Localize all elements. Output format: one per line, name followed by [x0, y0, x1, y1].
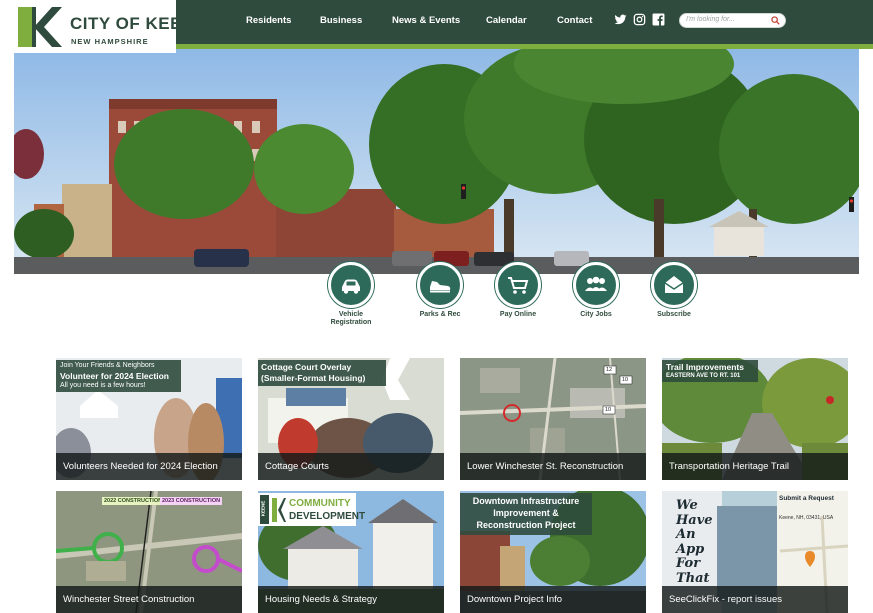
- card-overlay: Trail Improvements EASTERN AVE TO RT. 10…: [662, 360, 758, 382]
- card-overlay: Downtown Infrastructure Improvement & Re…: [460, 493, 592, 535]
- search-input[interactable]: I'm looking for...: [679, 13, 786, 28]
- quick-link-subscribe[interactable]: Subscribe: [634, 262, 714, 319]
- card-title: Volunteers Needed for 2024 Election: [63, 461, 218, 472]
- card-title: Downtown Project Info: [467, 594, 563, 605]
- overlay-line2: Volunteer for 2024 Election: [60, 371, 169, 381]
- nav-contact[interactable]: Contact: [557, 15, 592, 26]
- quick-link-label: City Jobs: [580, 311, 612, 318]
- overlay-line1: Trail Improvements: [666, 362, 744, 372]
- card-volunteers-election[interactable]: Join Your Friends & Neighbors Volunteer …: [56, 358, 242, 480]
- overlay-line1: Downtown Infrastructure: [472, 496, 580, 506]
- people-icon: [585, 276, 607, 291]
- quick-link-label: Parks & Rec: [419, 311, 461, 318]
- card-title: Lower Winchester St. Reconstruction: [467, 461, 624, 472]
- map-route-label: 10: [605, 407, 612, 413]
- promo-word: An: [676, 527, 696, 542]
- overlay-line1: Join Your Friends & Neighbors: [60, 362, 155, 369]
- nav-news-events[interactable]: News & Events: [392, 15, 460, 26]
- card-title: Housing Needs & Strategy: [265, 594, 377, 605]
- promo-word: For: [676, 556, 701, 571]
- card-overlay: KEENE COMMUNITY DEVELOPMENT: [258, 493, 365, 526]
- overlay-line3: Reconstruction Project: [476, 520, 576, 530]
- card-cottage-courts[interactable]: Cottage Court Overlay (Smaller-Format Ho…: [258, 358, 444, 480]
- quick-link-label-line1: Vehicle: [338, 311, 364, 318]
- card-title: Winchester Street Construction: [63, 594, 195, 605]
- quick-link-label: Pay Online: [499, 311, 537, 318]
- k-logo-icon: [272, 498, 286, 522]
- overlay-line1: COMMUNITY: [289, 498, 351, 509]
- promo-word: We: [676, 498, 698, 513]
- quick-link-circle: [495, 262, 541, 308]
- map-route-label: 10: [622, 377, 629, 383]
- quick-link-circle: [573, 262, 619, 308]
- car-icon: [342, 279, 360, 294]
- card-downtown-project[interactable]: Downtown Infrastructure Improvement & Re…: [460, 491, 646, 613]
- city-logo[interactable]: CITY OF KEENE NEW HAMPSHIRE: [0, 0, 206, 53]
- overlay-line2: DEVELOPMENT: [289, 511, 366, 522]
- overlay-line2: Improvement &: [493, 508, 559, 518]
- quick-link-label-line2: Registration: [330, 319, 372, 326]
- overlay-vertical-text: KEENE: [260, 500, 266, 517]
- twitter-icon[interactable]: [614, 13, 627, 26]
- card-overlay: Cottage Court Overlay (Smaller-Format Ho…: [258, 360, 386, 386]
- k-logo-icon: [18, 7, 62, 47]
- construction-tag-2023: 2023 CONSTRUCTION: [160, 497, 223, 505]
- card-transportation-trail[interactable]: Trail Improvements EASTERN AVE TO RT. 10…: [662, 358, 848, 480]
- address-label: Keene, NH, 03431, USA: [779, 515, 834, 521]
- promo-word: Have: [676, 512, 713, 528]
- overlay-line3: All you need is a few hours!: [60, 382, 146, 389]
- promo-word: That: [676, 570, 710, 586]
- nav-residents[interactable]: Residents: [246, 15, 291, 26]
- quick-link-label: Vehicle Registration: [311, 311, 391, 327]
- quick-link-pay-online[interactable]: Pay Online: [478, 262, 558, 319]
- promo-word: App: [676, 541, 705, 557]
- quick-link-circle: [651, 262, 697, 308]
- card-lower-winchester[interactable]: 12 10 10 Lower Winchester St. Reconstruc…: [460, 358, 646, 480]
- shoe-icon: [430, 281, 451, 293]
- facebook-icon[interactable]: [652, 13, 665, 26]
- card-title: Transportation Heritage Trail: [669, 461, 790, 472]
- overlay-line2: EASTERN AVE TO RT. 101: [666, 373, 741, 379]
- quick-link-circle: [417, 262, 463, 308]
- app-promo-text: We Have An App For That: [676, 498, 713, 586]
- card-overlay: Join Your Friends & Neighbors Volunteer …: [56, 360, 181, 392]
- card-seeclickfix[interactable]: We Have An App For That Submit a Request…: [662, 491, 848, 613]
- search-placeholder: I'm looking for...: [686, 16, 735, 23]
- cart-icon: [508, 277, 529, 294]
- instagram-icon[interactable]: [633, 13, 646, 26]
- envelope-icon: [664, 276, 684, 293]
- logo-title: CITY OF KEENE: [70, 14, 207, 33]
- quick-link-vehicle-registration[interactable]: Vehicle Registration: [311, 262, 391, 327]
- nav-business[interactable]: Business: [320, 15, 362, 26]
- card-winchester-construction[interactable]: 2022 CONSTRUCTION 2023 CONSTRUCTION Winc…: [56, 491, 242, 613]
- quick-link-parks-rec[interactable]: Parks & Rec: [400, 262, 480, 319]
- card-housing-needs[interactable]: KEENE COMMUNITY DEVELOPMENT Housing Need…: [258, 491, 444, 613]
- overlay-line1: Cottage Court Overlay: [261, 362, 352, 372]
- hero-image: [14, 49, 859, 274]
- quick-link-city-jobs[interactable]: City Jobs: [556, 262, 636, 319]
- construction-tag-2022: 2022 CONSTRUCTION: [102, 497, 165, 505]
- submit-request-label: Submit a Request: [779, 495, 834, 502]
- map-route-label: 12: [606, 367, 613, 373]
- quick-link-label: Subscribe: [657, 311, 691, 318]
- search-icon[interactable]: [771, 16, 780, 25]
- card-title: Cottage Courts: [265, 461, 329, 472]
- overlay-line2: (Smaller-Format Housing): [261, 373, 366, 383]
- nav-calendar[interactable]: Calendar: [486, 15, 527, 26]
- quick-link-circle: [328, 262, 374, 308]
- logo-subtitle: NEW HAMPSHIRE: [71, 37, 149, 46]
- card-title: SeeClickFix - report issues: [669, 594, 782, 605]
